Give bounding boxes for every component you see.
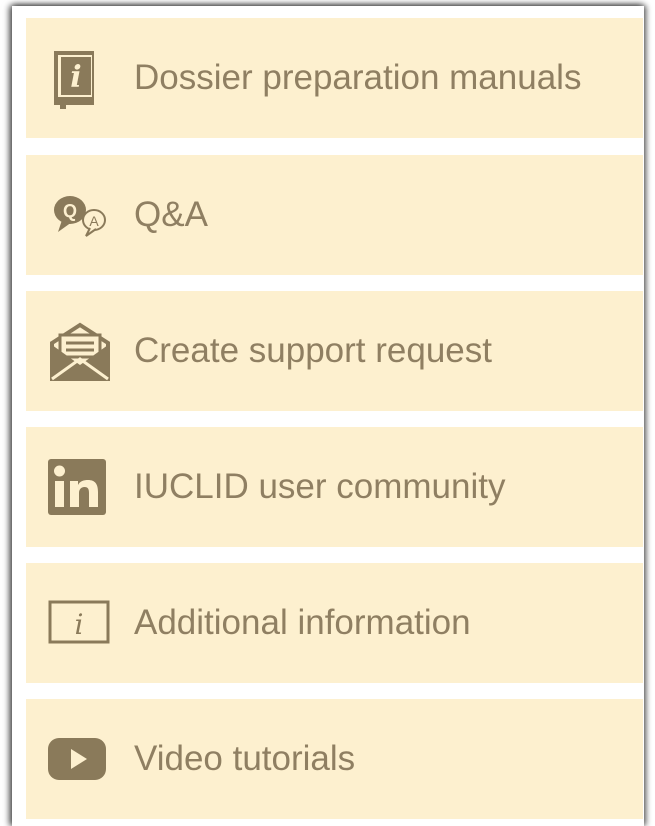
youtube-play-icon: [48, 727, 112, 791]
menu-item-support-request[interactable]: Create support request: [26, 291, 643, 411]
menu-item-video-tutorials[interactable]: Video tutorials: [26, 699, 643, 819]
svg-text:Q: Q: [63, 201, 77, 221]
menu-item-additional-info[interactable]: i Additional information: [26, 563, 643, 683]
linkedin-icon: [48, 455, 112, 519]
menu-item-label: IUCLID user community: [134, 467, 506, 506]
svg-text:A: A: [89, 213, 99, 229]
menu-item-label: Q&A: [134, 195, 208, 234]
menu-item-label: Dossier preparation manuals: [134, 58, 582, 97]
menu-item-label: Video tutorials: [134, 739, 356, 778]
qa-bubbles-icon: Q A: [48, 183, 112, 247]
manual-book-icon: i: [48, 46, 112, 110]
info-box-icon: i: [48, 591, 112, 655]
menu-item-label: Create support request: [134, 331, 492, 370]
menu-item-user-community[interactable]: IUCLID user community: [26, 427, 643, 547]
envelope-icon: [48, 319, 112, 383]
svg-text:i: i: [75, 608, 84, 641]
svg-text:i: i: [70, 60, 81, 95]
menu-item-qa[interactable]: Q A Q&A: [26, 155, 643, 275]
menu-item-dossier-manuals[interactable]: i Dossier preparation manuals: [26, 18, 643, 138]
menu-item-label: Additional information: [134, 603, 471, 642]
